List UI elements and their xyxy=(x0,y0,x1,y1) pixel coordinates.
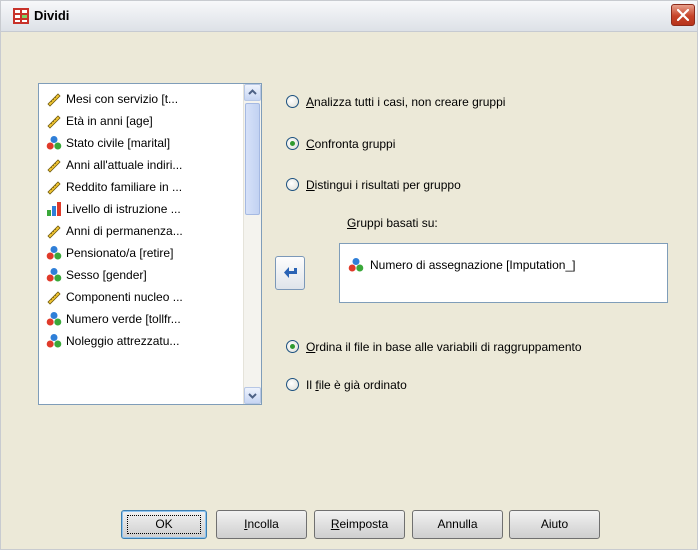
list-item-label: Mesi con servizio [t... xyxy=(66,92,179,106)
list-item-label: Livello di istruzione ... xyxy=(66,202,181,216)
radio-label: Confronta gruppi xyxy=(306,137,396,151)
list-item[interactable]: Mesi con servizio [t... xyxy=(46,89,242,109)
scale-icon xyxy=(47,181,61,195)
nominal-icon xyxy=(46,246,62,260)
arrow-left-icon xyxy=(284,267,297,278)
dialog-title: Dividi xyxy=(34,8,70,23)
focus-ring xyxy=(127,515,201,534)
nominal-icon xyxy=(46,334,62,348)
nominal-icon xyxy=(46,136,62,150)
list-item-label: Anni all'attuale indiri... xyxy=(66,158,183,172)
list-item-label: Noleggio attrezzatu... xyxy=(66,334,180,348)
source-variable-list[interactable]: Mesi con servizio [t... Età in anni [age]… xyxy=(38,83,262,405)
list-item[interactable]: Anni di permanenza... xyxy=(46,221,242,241)
radio-button[interactable] xyxy=(286,95,299,108)
split-file-dialog: Dividi Mesi con servizio [t... Età in ann… xyxy=(0,0,698,550)
radio-button[interactable] xyxy=(286,378,299,391)
list-item-label: Età in anni [age] xyxy=(66,114,153,128)
groups-based-on-list[interactable]: Numero di assegnazione [Imputation_] xyxy=(339,243,668,303)
list-item[interactable]: Pensionato/a [retire] xyxy=(46,243,242,263)
list-item-label: Pensionato/a [retire] xyxy=(66,246,174,260)
radio-label: Il file è già ordinato xyxy=(306,378,407,392)
list-item[interactable]: Anni all'attuale indiri... xyxy=(46,155,242,175)
cancel-button[interactable]: Annulla xyxy=(412,510,503,539)
radio-button[interactable] xyxy=(286,340,299,353)
radio-label: Distingui i risultati per gruppo xyxy=(306,178,461,192)
list-item-label: Numero di assegnazione [Imputation_] xyxy=(370,258,576,272)
move-variable-button[interactable] xyxy=(275,256,305,290)
nominal-icon xyxy=(348,258,364,272)
close-button[interactable] xyxy=(671,4,695,26)
radio-label: Ordina il file in base alle variabili di… xyxy=(306,340,582,354)
list-item[interactable]: Noleggio attrezzatu... xyxy=(46,331,242,351)
list-item-label: Numero verde [tollfr... xyxy=(66,312,181,326)
scroll-thumb[interactable] xyxy=(245,103,260,215)
variable-list-scrollbar[interactable] xyxy=(243,84,261,404)
nominal-icon xyxy=(46,312,62,326)
app-icon xyxy=(13,8,29,24)
radio-button[interactable] xyxy=(286,178,299,191)
scroll-down-button[interactable] xyxy=(244,387,261,404)
scale-icon xyxy=(47,159,61,173)
list-item-label: Anni di permanenza... xyxy=(66,224,183,238)
list-item[interactable]: Livello di istruzione ... xyxy=(46,199,242,219)
list-item-label: Sesso [gender] xyxy=(66,268,147,282)
scroll-up-button[interactable] xyxy=(244,84,261,101)
list-item[interactable]: Età in anni [age] xyxy=(46,111,242,131)
list-item-label: Reddito familiare in ... xyxy=(66,180,183,194)
list-item-label: Componenti nucleo ... xyxy=(66,290,183,304)
reset-button[interactable]: Reimposta xyxy=(314,510,405,539)
scale-icon xyxy=(47,291,61,305)
scale-icon xyxy=(47,115,61,129)
ordinal-icon xyxy=(47,202,61,216)
paste-button[interactable]: Incolla xyxy=(216,510,307,539)
close-icon xyxy=(677,9,689,21)
radio-label: Analizza tutti i casi, non creare gruppi xyxy=(306,95,506,109)
help-button[interactable]: Aiuto xyxy=(509,510,600,539)
list-item-label: Stato civile [marital] xyxy=(66,136,171,150)
list-item[interactable]: Reddito familiare in ... xyxy=(46,177,242,197)
radio-button[interactable] xyxy=(286,137,299,150)
groups-based-on-label: Gruppi basati su: xyxy=(347,216,438,230)
nominal-icon xyxy=(46,268,62,282)
arrow-down-icon xyxy=(248,393,257,399)
list-item[interactable]: Numero verde [tollfr... xyxy=(46,309,242,329)
ok-button[interactable]: OK xyxy=(121,510,207,539)
list-item[interactable]: Stato civile [marital] xyxy=(46,133,242,153)
arrow-up-icon xyxy=(248,89,257,95)
list-item[interactable]: Componenti nucleo ... xyxy=(46,287,242,307)
list-item[interactable]: Sesso [gender] xyxy=(46,265,242,285)
scale-icon xyxy=(47,93,61,107)
title-bar[interactable]: Dividi xyxy=(1,1,697,32)
scale-icon xyxy=(47,225,61,239)
